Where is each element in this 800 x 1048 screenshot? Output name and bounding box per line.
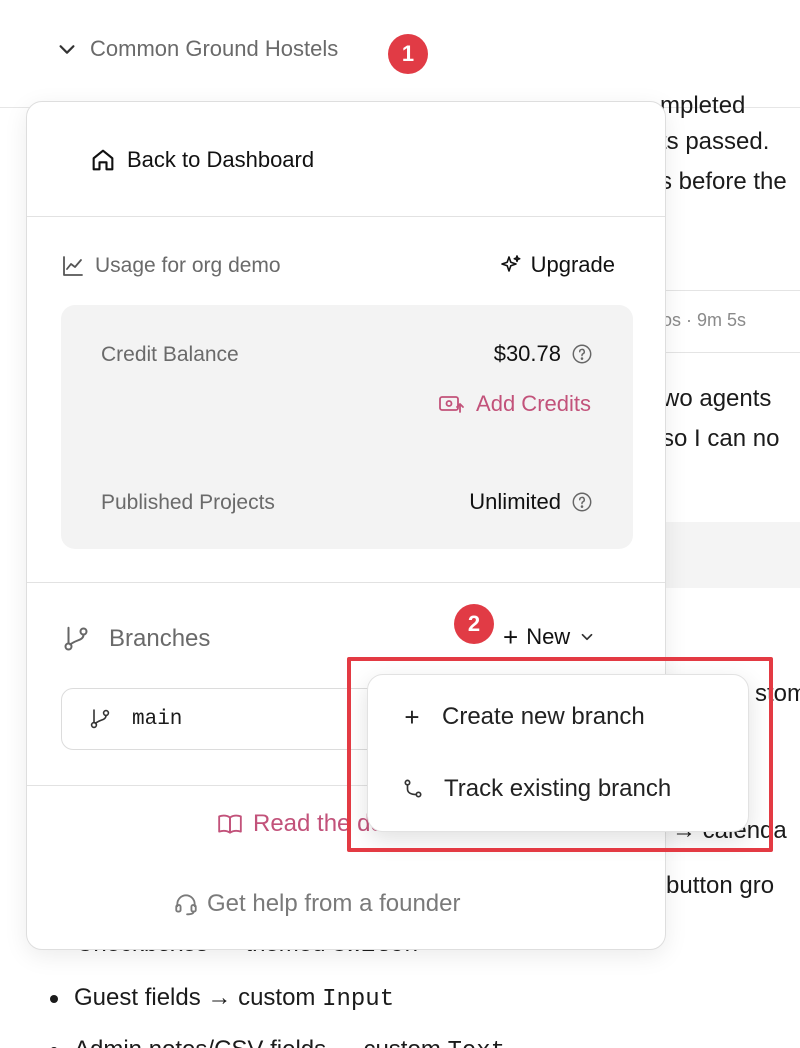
published-projects-label: Published Projects bbox=[101, 491, 275, 514]
sparkles-icon bbox=[500, 255, 521, 272]
headset-icon bbox=[175, 894, 197, 916]
band bbox=[660, 522, 800, 588]
new-branch-button[interactable]: + New bbox=[503, 624, 596, 650]
add-credits-button[interactable]: Add Credits bbox=[438, 391, 591, 417]
new-branch-menu: + Create new branch Track existing branc… bbox=[367, 674, 749, 832]
credit-balance-value: $30.78 bbox=[494, 341, 593, 367]
list-item: Guest fields → custom Input bbox=[50, 984, 394, 1013]
branches-label: Branches bbox=[109, 625, 211, 652]
run-meta: os · 9m 5s bbox=[662, 310, 747, 330]
org-name: Common Ground Hostels bbox=[90, 36, 339, 61]
upgrade-button[interactable]: Upgrade bbox=[499, 252, 615, 278]
create-branch-label: Create new branch bbox=[442, 703, 645, 730]
credit-balance-label: Credit Balance bbox=[101, 343, 239, 366]
branches-title: Branches bbox=[61, 624, 210, 654]
chat-text: so I can no bbox=[662, 425, 780, 452]
divider bbox=[660, 290, 800, 291]
chevron-down-icon bbox=[581, 633, 593, 641]
usage-title: Usage for org demo bbox=[61, 254, 281, 278]
book-open-icon bbox=[218, 814, 242, 834]
git-branch-icon bbox=[64, 626, 88, 651]
back-to-dashboard-button[interactable]: Back to Dashboard bbox=[89, 146, 314, 174]
git-branch-icon bbox=[90, 709, 110, 729]
add-credits-label: Add Credits bbox=[476, 391, 591, 416]
get-help-button[interactable]: Get help from a founder bbox=[173, 890, 460, 918]
list-item: Admin notes/CSV fields → custom Text bbox=[50, 1036, 505, 1048]
step-badge-1: 1 bbox=[388, 34, 428, 74]
usage-label: Usage for org demo bbox=[95, 254, 281, 277]
git-pull-icon bbox=[404, 779, 422, 798]
chart-line-icon bbox=[63, 256, 83, 276]
org-switcher[interactable]: Common Ground Hostels bbox=[56, 36, 338, 62]
home-icon bbox=[92, 149, 114, 171]
chat-text: ts passed. bbox=[660, 128, 770, 155]
divider bbox=[660, 352, 800, 353]
track-branch-label: Track existing branch bbox=[444, 775, 672, 802]
money-add-icon bbox=[439, 396, 464, 413]
menu-item-create-branch[interactable]: + Create new branch bbox=[402, 702, 645, 732]
published-projects-value: Unlimited bbox=[469, 489, 593, 515]
step-badge-2: 2 bbox=[454, 604, 494, 644]
plus-icon: + bbox=[404, 702, 420, 732]
help-circle-icon[interactable] bbox=[571, 343, 593, 365]
plus-icon: + bbox=[503, 622, 519, 652]
new-label: New bbox=[526, 624, 571, 649]
help-circle-icon[interactable] bbox=[571, 491, 593, 513]
credit-box: Credit Balance $30.78 Add Credits Publis… bbox=[61, 305, 633, 549]
upgrade-label: Upgrade bbox=[530, 252, 615, 277]
back-label: Back to Dashboard bbox=[127, 147, 315, 172]
published-projects-amount: Unlimited bbox=[469, 489, 561, 514]
chat-text: wo agents bbox=[662, 385, 772, 412]
chat-text: s before the bbox=[660, 168, 787, 195]
chat-text: mpleted bbox=[660, 92, 746, 119]
branch-name: main bbox=[132, 707, 183, 731]
chevron-down-icon bbox=[59, 45, 75, 54]
chat-text: stom bbox=[755, 680, 800, 707]
credit-balance-amount: $30.78 bbox=[493, 341, 561, 366]
menu-item-track-branch[interactable]: Track existing branch bbox=[402, 775, 671, 803]
chat-text: button gro bbox=[666, 872, 775, 899]
get-help-label: Get help from a founder bbox=[207, 890, 461, 917]
